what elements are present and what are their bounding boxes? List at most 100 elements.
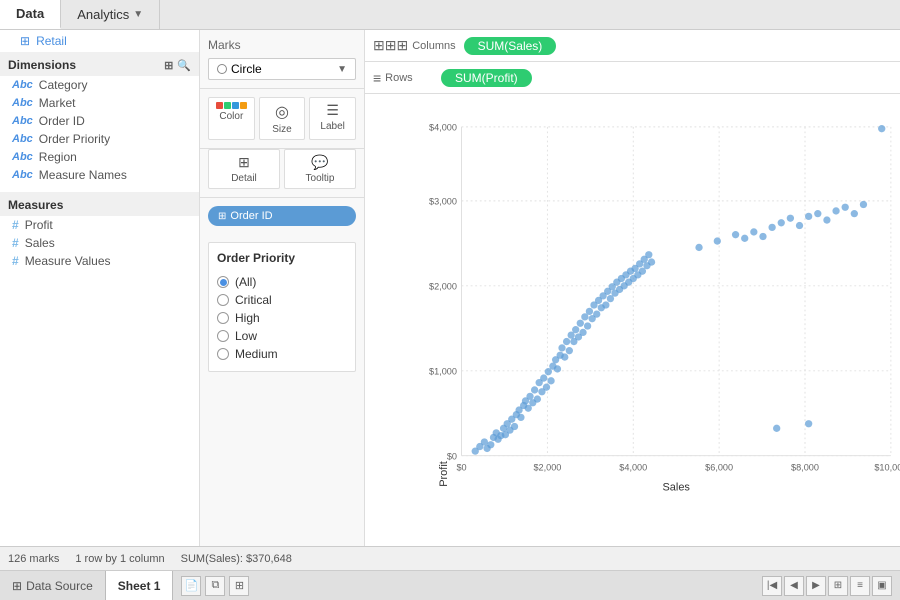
dim-category[interactable]: Abc Category (0, 76, 199, 94)
filter-high[interactable]: High (217, 309, 347, 327)
tab-action-icons: 📄 ⧉ ⊞ (173, 576, 257, 596)
analytics-dropdown-arrow: ▼ (133, 9, 143, 20)
filter-all[interactable]: (All) (217, 273, 347, 291)
retail-source[interactable]: ⊞ Retail (0, 30, 199, 52)
color-button[interactable]: Color (208, 97, 255, 140)
filter-medium[interactable]: Medium (217, 345, 347, 363)
measure-sales[interactable]: # Sales (0, 234, 199, 252)
nav-prev-button[interactable]: ◀ (784, 576, 804, 596)
detail-tooltip-row: ⊞ Detail 💬 Tooltip (200, 149, 364, 198)
marks-type-dropdown[interactable]: Circle ▼ (208, 58, 356, 80)
dimensions-icons: ⊞ 🔍 (164, 59, 191, 72)
color-label: Color (219, 111, 243, 122)
grid-icon: ⊞ (164, 59, 173, 72)
dim-region-type: Abc (12, 151, 33, 163)
filter-high-radio[interactable] (217, 312, 229, 324)
order-id-pill-label: Order ID (230, 210, 272, 222)
measures-label: Measures (8, 198, 63, 212)
nav-list-button[interactable]: ≡ (850, 576, 870, 596)
dim-order-id[interactable]: Abc Order ID (0, 112, 199, 130)
columns-icon: ⊞⊞⊞ (373, 37, 408, 54)
tab-data-label: Data (16, 6, 44, 21)
rows-shelf: ≡ Rows SUM(Profit) (365, 62, 900, 94)
nav-icons: |◀ ◀ ▶ ⊞ ≡ ▣ (762, 576, 900, 596)
tab-analytics-label: Analytics (77, 7, 129, 22)
svg-text:$0: $0 (447, 451, 457, 461)
dimensions-label: Dimensions (8, 58, 76, 72)
dim-measure-names-type: Abc (12, 169, 33, 181)
columns-pill[interactable]: SUM(Sales) (464, 37, 557, 55)
profit-hash-icon: # (12, 218, 19, 232)
measure-values-name: Measure Values (25, 254, 111, 268)
tab-data[interactable]: Data (0, 0, 61, 29)
filter-title: Order Priority (217, 251, 347, 265)
sales-hash-icon: # (12, 236, 19, 250)
marks-count: 126 marks (8, 553, 59, 565)
measure-values[interactable]: # Measure Values (0, 252, 199, 270)
filter-low-radio[interactable] (217, 330, 229, 342)
size-button[interactable]: ◎ Size (259, 97, 306, 140)
dim-market[interactable]: Abc Market (0, 94, 199, 112)
svg-text:$4,000: $4,000 (619, 462, 647, 472)
filter-medium-radio[interactable] (217, 348, 229, 360)
dim-order-priority[interactable]: Abc Order Priority (0, 130, 199, 148)
marks-title: Marks (208, 38, 356, 52)
dim-region[interactable]: Abc Region (0, 148, 199, 166)
rows-label-text: Rows (385, 72, 413, 84)
marks-section: Marks Circle ▼ (200, 30, 364, 89)
svg-text:$10,000: $10,000 (874, 462, 900, 472)
svg-text:$6,000: $6,000 (705, 462, 733, 472)
top-tab-bar: Data Analytics ▼ (0, 0, 900, 30)
tab-datasource[interactable]: ⊞ Data Source (0, 571, 106, 600)
filter-all-radio-fill (220, 279, 227, 286)
marks-dropdown-arrow: ▼ (337, 64, 347, 75)
size-icon: ◎ (275, 102, 289, 122)
filter-all-radio[interactable] (217, 276, 229, 288)
dim-category-type: Abc (12, 79, 33, 91)
order-id-pill[interactable]: ⊞ Order ID (208, 206, 356, 226)
tab-analytics[interactable]: Analytics ▼ (61, 0, 160, 29)
rows-columns-info: 1 row by 1 column (75, 553, 164, 565)
columns-shelf: ⊞⊞⊞ Columns SUM(Sales) (365, 30, 900, 62)
nav-grid-button[interactable]: ⊞ (828, 576, 848, 596)
sum-sales-info: SUM(Sales): $370,648 (181, 553, 292, 565)
dimensions-section-header: Dimensions ⊞ 🔍 (0, 52, 199, 76)
dim-measure-names[interactable]: Abc Measure Names (0, 166, 199, 184)
filter-low[interactable]: Low (217, 327, 347, 345)
label-button[interactable]: ☰ Label (309, 97, 356, 140)
filter-section: Order Priority (All) Critical High Low (208, 242, 356, 372)
rows-pill[interactable]: SUM(Profit) (441, 69, 532, 87)
detail-button[interactable]: ⊞ Detail (208, 149, 280, 189)
nav-next-button[interactable]: ▶ (806, 576, 826, 596)
new-dashboard-button[interactable]: ⊞ (229, 576, 249, 596)
filter-critical-radio[interactable] (217, 294, 229, 306)
label-icon: ☰ (326, 102, 339, 119)
main-layout: ⊞ Retail Dimensions ⊞ 🔍 Abc Category Abc… (0, 30, 900, 546)
filter-critical[interactable]: Critical (217, 291, 347, 309)
marks-type-label: Circle (231, 62, 262, 76)
new-sheet-icon: 📄 (185, 579, 199, 592)
duplicate-icon: ⧉ (212, 579, 220, 592)
svg-text:$4,000: $4,000 (429, 123, 457, 133)
tooltip-label: Tooltip (306, 173, 335, 184)
dim-region-name: Region (39, 150, 77, 164)
svg-text:$1,000: $1,000 (429, 366, 457, 376)
measures-section-header: Measures (0, 192, 199, 216)
svg-text:$0: $0 (456, 462, 466, 472)
order-id-pill-icon: ⊞ (218, 211, 226, 222)
search-icon[interactable]: 🔍 (177, 59, 191, 72)
marks-buttons: Color ◎ Size ☰ Label (200, 89, 364, 149)
columns-label-text: Columns (412, 40, 455, 52)
new-sheet-button[interactable]: 📄 (181, 576, 201, 596)
middle-panel: Marks Circle ▼ Color ◎ Size (200, 30, 365, 546)
tooltip-button[interactable]: 💬 Tooltip (284, 149, 356, 189)
detail-label: Detail (231, 173, 257, 184)
duplicate-sheet-button[interactable]: ⧉ (205, 576, 225, 596)
measure-sales-name: Sales (25, 236, 55, 250)
tab-sheet1[interactable]: Sheet 1 (106, 571, 174, 600)
nav-first-button[interactable]: |◀ (762, 576, 782, 596)
datasource-icon: ⊞ (12, 579, 22, 593)
nav-film-button[interactable]: ▣ (872, 576, 892, 596)
filter-critical-label: Critical (235, 293, 272, 307)
measure-profit[interactable]: # Profit (0, 216, 199, 234)
